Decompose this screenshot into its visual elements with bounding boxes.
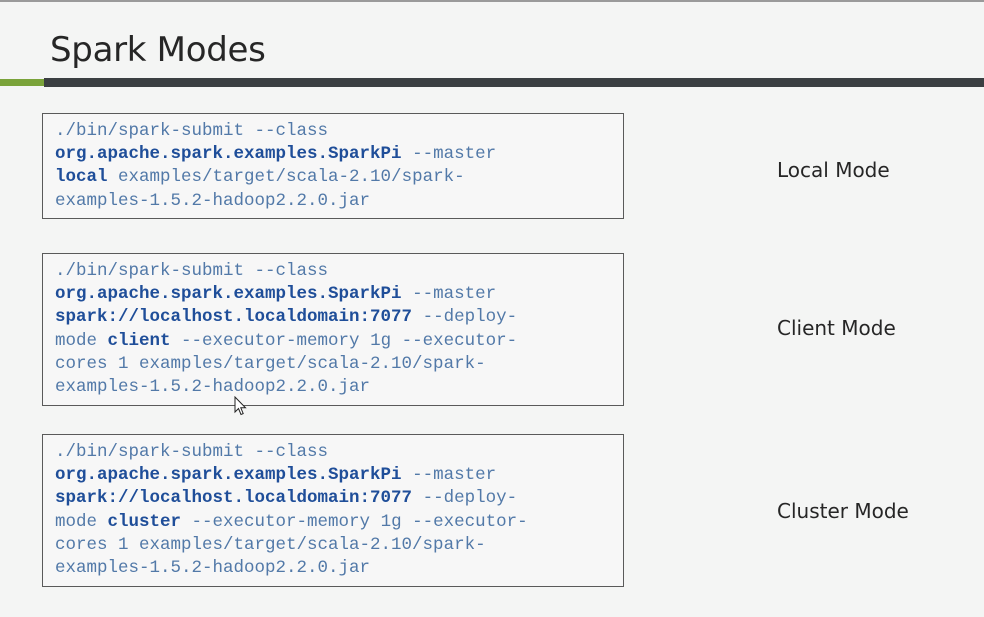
code-keyword: org.apache.spark.examples.SparkPi [55,284,402,305]
code-text: --deploy- [412,488,518,509]
code-text: --master [401,144,497,165]
code-line: spark://localhost.localdomain:7077 --dep… [55,306,611,329]
code-text: ./bin/spark-submit --class [55,261,329,281]
code-line: spark://localhost.localdomain:7077 --dep… [55,487,611,510]
code-line: examples-1.5.2-hadoop2.2.0.jar [55,557,611,580]
code-line: mode client --executor-memory 1g --execu… [55,330,611,353]
code-line: ./bin/spark-submit --class [55,120,611,143]
code-text: --executor-memory 1g --executor- [170,330,518,351]
code-text: ./bin/spark-submit --class [55,442,329,462]
code-text: cores 1 examples/target/scala-2.10/spark… [55,353,486,374]
code-line: ./bin/spark-submit --class [55,260,611,283]
code-keyword: client [107,330,171,351]
code-block-client: ./bin/spark-submit --class org.apache.spa… [42,253,624,406]
code-line: examples-1.5.2-hadoop2.2.0.jar [55,190,611,213]
code-text: cores 1 examples/target/scala-2.10/spark… [55,534,486,555]
code-text: ./bin/spark-submit --class [55,121,329,141]
mode-label-client: Client Mode [777,316,896,340]
top-border [0,0,984,2]
code-text: --master [401,284,497,305]
code-line: local examples/target/scala-2.10/spark- [55,166,611,189]
code-line: mode cluster --executor-memory 1g --exec… [55,511,611,534]
title-underline [44,78,984,87]
code-text: examples-1.5.2-hadoop2.2.0.jar [55,190,371,211]
code-text: examples/target/scala-2.10/spark- [107,167,465,188]
code-block-cluster: ./bin/spark-submit --class org.apache.spa… [42,434,624,587]
code-text: --executor-memory 1g --executor- [181,511,528,532]
code-line: org.apache.spark.examples.SparkPi --mast… [55,283,611,306]
code-keyword: org.apache.spark.examples.SparkPi [55,144,402,165]
mode-label-cluster: Cluster Mode [777,499,909,523]
code-text: --deploy- [412,307,518,328]
code-text: --master [401,465,497,486]
code-keyword: org.apache.spark.examples.SparkPi [55,465,402,486]
code-block-local: ./bin/spark-submit --class org.apache.spa… [42,113,624,219]
title-accent-bar [0,79,44,86]
code-line: ./bin/spark-submit --class [55,441,611,464]
code-text: mode [55,330,108,351]
mode-label-local: Local Mode [777,158,890,182]
code-keyword: cluster [107,511,182,532]
code-text: mode [55,511,108,532]
code-line: examples-1.5.2-hadoop2.2.0.jar [55,376,611,399]
mouse-pointer-icon [234,396,247,416]
code-text: examples-1.5.2-hadoop2.2.0.jar [55,558,371,579]
code-keyword: local [55,167,108,188]
code-line: cores 1 examples/target/scala-2.10/spark… [55,353,611,376]
code-line: org.apache.spark.examples.SparkPi --mast… [55,143,611,166]
slide-title: Spark Modes [50,30,266,70]
code-line: cores 1 examples/target/scala-2.10/spark… [55,534,611,557]
code-text: examples-1.5.2-hadoop2.2.0.jar [55,377,371,398]
code-keyword: spark://localhost.localdomain:7077 [55,307,413,328]
code-keyword: spark://localhost.localdomain:7077 [55,488,413,509]
code-line: org.apache.spark.examples.SparkPi --mast… [55,464,611,487]
